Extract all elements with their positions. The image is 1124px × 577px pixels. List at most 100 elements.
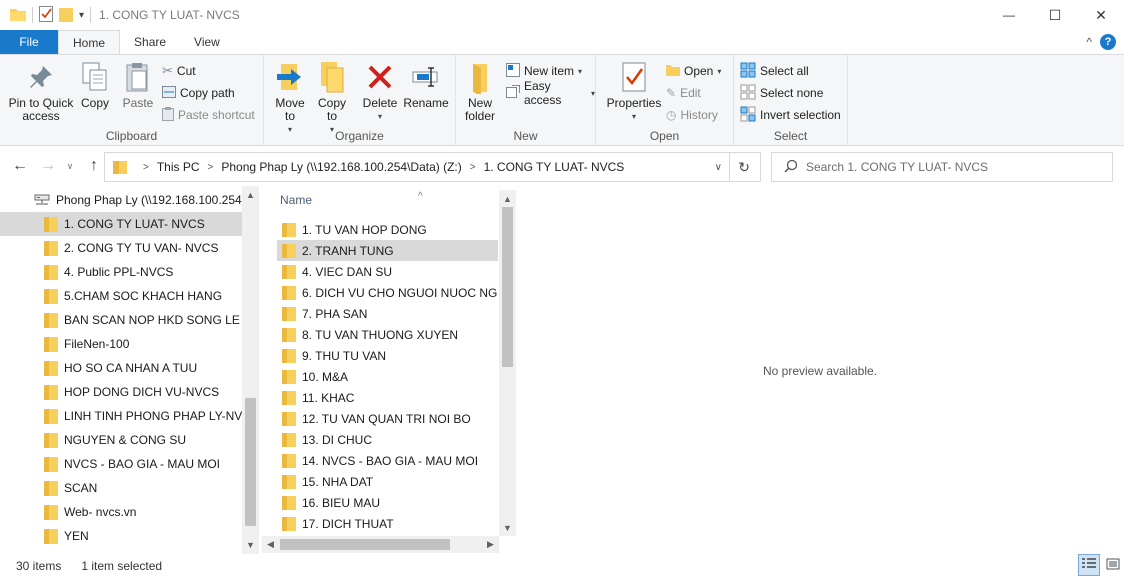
copy-path-button[interactable]: Copy path <box>162 83 235 103</box>
file-row[interactable]: 17. DICH THUAT <box>277 513 498 534</box>
delete-button[interactable]: Delete ▾ <box>360 59 400 123</box>
file-row[interactable]: 6. DICH VU CHO NGUOI NUOC NGOAI <box>277 282 498 303</box>
tab-home[interactable]: Home <box>58 30 121 54</box>
address-dropdown-icon[interactable]: ∨ <box>715 162 722 173</box>
collapse-ribbon-icon[interactable]: ^ <box>1086 35 1092 49</box>
tree-item[interactable]: LINH TINH PHONG PHAP LY-NVCS <box>0 404 242 428</box>
tree-item[interactable]: FileNen-100 <box>0 332 242 356</box>
tree-item[interactable]: NVCS - BAO GIA - MAU MOI <box>0 452 242 476</box>
breadcrumb-drive[interactable]: Phong Phap Ly (\\192.168.100.254\Data) (… <box>221 160 461 174</box>
up-button[interactable]: ↑ <box>84 156 104 176</box>
close-button[interactable]: ✕ <box>1078 0 1124 30</box>
tree-item-label: SCAN <box>64 481 98 495</box>
tree-item-drive[interactable]: Phong Phap Ly (\\192.168.100.254\D <box>0 188 242 212</box>
breadcrumb-current-folder[interactable]: 1. CONG TY LUAT- NVCS <box>484 160 625 174</box>
properties-button[interactable]: Properties ▾ <box>602 59 666 123</box>
move-to-button[interactable]: Move to ▾ <box>270 59 310 136</box>
file-row[interactable]: 13. DI CHUC <box>277 429 498 450</box>
help-icon[interactable]: ? <box>1100 34 1116 50</box>
recent-locations-button[interactable]: ∨ <box>60 156 80 176</box>
large-icons-view-button[interactable] <box>1102 554 1124 576</box>
tab-file[interactable]: File <box>0 30 58 54</box>
tree-item[interactable]: 1. CONG TY LUAT- NVCS <box>0 212 242 236</box>
new-folder-icon[interactable] <box>59 6 73 25</box>
file-list-pane: Name ^ 1. TU VAN HOP DONG 2. TRANH TUNG 4.… <box>262 186 516 554</box>
select-all-button[interactable]: Select all <box>740 61 809 81</box>
folder-icon <box>282 453 296 468</box>
file-row-label: 12. TU VAN QUAN TRI NOI BO <box>302 411 471 426</box>
open-button[interactable]: Open ▾ <box>666 61 721 81</box>
organize-group: Move to ▾ Copy to ▾ Delete ▾ Rename Orga… <box>264 55 456 146</box>
copy-button[interactable]: Copy <box>76 59 114 110</box>
file-row[interactable]: 9. THU TU VAN <box>277 345 498 366</box>
tree-item[interactable]: SCAN <box>0 476 242 500</box>
refresh-icon[interactable]: ↻ <box>738 159 750 176</box>
file-row-label: 13. DI CHUC <box>302 432 373 447</box>
scroll-down-icon[interactable]: ▼ <box>499 519 516 536</box>
scroll-thumb[interactable] <box>245 398 256 526</box>
file-list-horizontal-scrollbar[interactable]: ◀ ▶ <box>262 536 499 553</box>
maximize-button[interactable]: ☐ <box>1032 0 1078 30</box>
file-row[interactable]: 11. KHAC <box>277 387 498 408</box>
copy-to-icon <box>315 59 349 95</box>
file-row[interactable]: 14. NVCS - BAO GIA - MAU MOI <box>277 450 498 471</box>
scroll-thumb[interactable] <box>502 207 513 367</box>
back-button[interactable]: ← <box>10 156 30 176</box>
file-row[interactable]: 15. NHA DAT <box>277 471 498 492</box>
tab-view[interactable]: View <box>180 30 234 54</box>
invert-selection-button[interactable]: Invert selection <box>740 105 841 125</box>
file-row[interactable]: 2. TRANH TUNG <box>277 240 498 261</box>
paste-shortcut-button[interactable]: Paste shortcut <box>162 105 255 125</box>
forward-button[interactable]: → <box>38 156 58 176</box>
tree-item[interactable]: BAN SCAN NOP HKD SONG LE <box>0 308 242 332</box>
file-row[interactable]: 8. TU VAN THUONG XUYEN <box>277 324 498 345</box>
new-item-button[interactable]: New item ▾ <box>506 61 582 81</box>
tree-item[interactable]: 4. Public PPL-NVCS <box>0 260 242 284</box>
history-button[interactable]: ◷ History <box>666 105 718 125</box>
scroll-up-icon[interactable]: ▲ <box>499 190 516 207</box>
breadcrumb-this-pc[interactable]: This PC <box>157 160 200 174</box>
new-folder-button[interactable]: New folder <box>460 59 500 123</box>
tree-item[interactable]: NGUYEN & CONG SU <box>0 428 242 452</box>
select-none-button[interactable]: Select none <box>740 83 823 103</box>
folder-icon <box>282 222 296 237</box>
details-view-button[interactable] <box>1078 554 1100 576</box>
file-row[interactable]: 7. PHA SAN <box>277 303 498 324</box>
properties-icon[interactable] <box>39 5 53 25</box>
tree-item[interactable]: 5.CHAM SOC KHACH HANG <box>0 284 242 308</box>
file-list-vertical-scrollbar[interactable]: ▲ ▼ <box>499 190 516 536</box>
scroll-right-icon[interactable]: ▶ <box>482 536 499 553</box>
cut-button[interactable]: ✂ Cut <box>162 61 196 81</box>
open-group-label: Open <box>649 129 680 143</box>
scroll-thumb[interactable] <box>280 539 450 550</box>
file-row[interactable]: 12. TU VAN QUAN TRI NOI BO <box>277 408 498 429</box>
nav-pane-scrollbar[interactable]: ▲ ▼ <box>242 186 259 554</box>
file-row[interactable]: 10. M&A <box>277 366 498 387</box>
column-header-name[interactable]: Name ^ <box>280 191 423 207</box>
easy-access-button[interactable]: Easy access ▾ <box>506 79 595 107</box>
tab-share[interactable]: Share <box>120 30 180 54</box>
scroll-down-icon[interactable]: ▼ <box>242 536 259 553</box>
edit-button[interactable]: ✎ Edit <box>666 83 701 103</box>
tree-item[interactable]: HOP DONG DICH VU-NVCS <box>0 380 242 404</box>
customize-qat-icon[interactable]: ▾ <box>79 10 84 21</box>
tree-item[interactable]: Web- nvcs.vn <box>0 500 242 524</box>
minimize-button[interactable]: — <box>986 0 1032 30</box>
new-group-label: New <box>513 129 538 143</box>
tree-item-label: HOP DONG DICH VU-NVCS <box>64 385 220 399</box>
tree-item[interactable]: HO SO CA NHAN A TUU <box>0 356 242 380</box>
tree-item[interactable]: YEN <box>0 524 242 548</box>
tree-item[interactable]: 2. CONG TY TU VAN- NVCS <box>0 236 242 260</box>
paste-button[interactable]: Paste <box>118 59 158 110</box>
search-input[interactable]: Search 1. CONG TY LUAT- NVCS <box>806 160 988 174</box>
copy-to-button[interactable]: Copy to ▾ <box>312 59 352 136</box>
rename-button[interactable]: Rename <box>403 59 449 110</box>
scroll-left-icon[interactable]: ◀ <box>262 536 279 553</box>
scroll-up-icon[interactable]: ▲ <box>242 186 259 203</box>
file-row[interactable]: 4. VIEC DAN SU <box>277 261 498 282</box>
pin-to-quick-access-button[interactable]: Pin to Quick access <box>8 59 74 123</box>
file-row[interactable]: 1. TU VAN HOP DONG <box>277 219 498 240</box>
file-row[interactable]: 16. BIEU MAU <box>277 492 498 513</box>
search-box[interactable]: Search 1. CONG TY LUAT- NVCS <box>771 152 1113 182</box>
address-bar[interactable]: > This PC > Phong Phap Ly (\\192.168.100… <box>104 152 761 182</box>
